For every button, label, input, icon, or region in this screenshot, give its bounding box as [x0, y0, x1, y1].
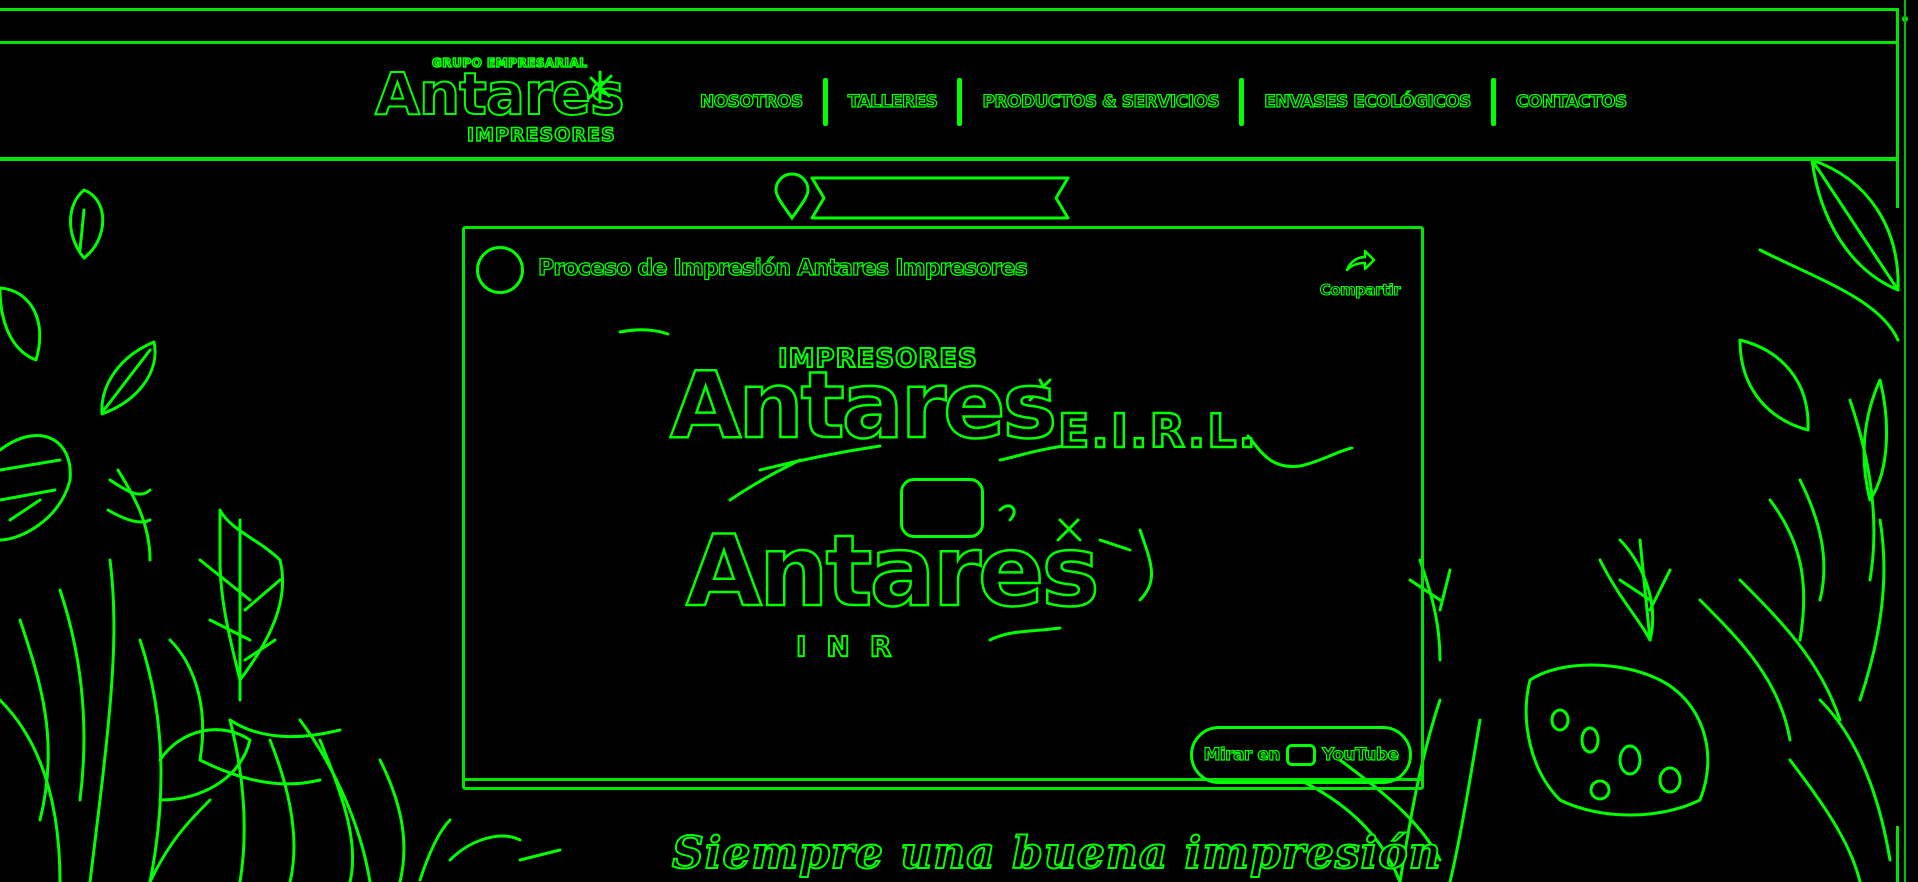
nav-item-productos[interactable]: PRODUCTOS & SERVICIOS: [962, 91, 1239, 112]
nav-item-talleres[interactable]: TALLERES: [828, 91, 958, 112]
thumbnail-tiny-text: INR: [795, 629, 912, 664]
logo-sub-text: IMPRESORES: [466, 123, 616, 147]
main-nav: NOSOTROS TALLERES PRODUCTOS & SERVICIOS …: [680, 78, 1647, 126]
nav-item-nosotros[interactable]: NOSOTROS: [680, 91, 823, 112]
scrollbar[interactable]: [1904, 0, 1906, 882]
page: GRUPO EMPRESARIAL Antares IMPRESORES NOS…: [0, 0, 1918, 882]
site-logo[interactable]: GRUPO EMPRESARIAL Antares IMPRESORES: [374, 52, 626, 152]
tagline: Siempre una buena impresión: [671, 827, 1442, 880]
channel-avatar[interactable]: [476, 246, 524, 294]
share-label: Compartir: [1319, 280, 1401, 299]
location-ribbon: [810, 176, 1070, 220]
thumbnail-big-text: Antares: [669, 352, 1059, 459]
nav-item-contactos[interactable]: CONTACTOS: [1496, 91, 1647, 112]
share-button[interactable]: Compartir: [1310, 248, 1410, 308]
play-button-icon[interactable]: [900, 478, 984, 538]
youtube-label: YouTube: [1321, 744, 1399, 765]
frame-top-line: [0, 8, 1898, 11]
watch-on-youtube-button[interactable]: Mirar en YouTube: [1190, 726, 1412, 784]
video-title[interactable]: Proceso de Impresión Antares Impresores: [537, 255, 1028, 281]
sparkle-icon: [587, 70, 613, 104]
watch-on-label: Mirar en: [1203, 744, 1281, 765]
share-arrow-icon: [1345, 249, 1376, 272]
nav-item-envases[interactable]: ENVASES ECOLÓGICOS: [1244, 91, 1491, 112]
thumbnail-second-text: Antares: [685, 515, 1101, 629]
frame-right-rail-bottom: [1896, 826, 1899, 882]
youtube-logo-icon: [1285, 744, 1316, 766]
header-bottom-line: [0, 157, 1898, 161]
thumbnail-suffix-text: E.I.R.L.: [1057, 403, 1259, 460]
map-pin-icon[interactable]: [772, 172, 812, 222]
